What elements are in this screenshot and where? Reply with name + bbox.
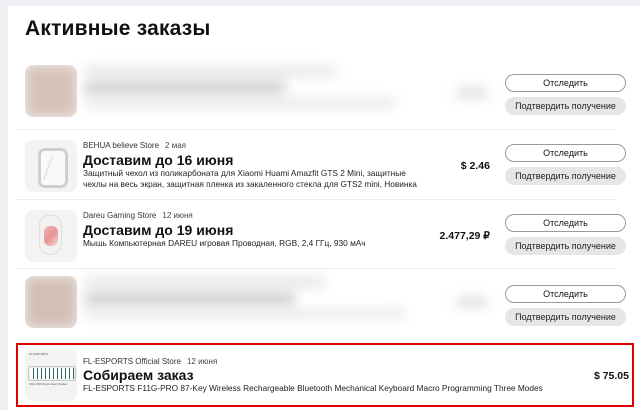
order-meta: FL-ESPORTS Official Store 12 июня xyxy=(83,357,217,366)
store-name[interactable]: Dareu Gaming Store xyxy=(83,211,156,220)
blurred-product-image[interactable] xyxy=(25,276,77,328)
keyboard-icon xyxy=(28,366,76,381)
blurred-order-info xyxy=(85,67,335,76)
order-card-2[interactable]: BEHUA believe Store 2 мая Доставим до 16 … xyxy=(17,129,640,199)
order-meta: BEHUA believe Store 2 мая xyxy=(83,141,186,150)
product-image[interactable]: FL·ESPORTS F11G-PRO Royal Green Shadow xyxy=(25,349,77,401)
store-name[interactable]: BEHUA believe Store xyxy=(83,141,159,150)
order-status: Доставим до 19 июня xyxy=(83,222,234,238)
product-description[interactable]: Защитный чехол из поликарбоната для Xiao… xyxy=(83,168,423,189)
confirm-receipt-button[interactable]: Подтвердить получение xyxy=(505,167,626,185)
order-price: $ 2.46 xyxy=(460,160,490,172)
order-meta: Dareu Gaming Store 12 июня xyxy=(83,211,193,220)
order-date: 12 июня xyxy=(186,357,218,366)
order-price: $ 75.05 xyxy=(593,370,629,382)
track-button[interactable]: Отследить xyxy=(505,144,626,162)
blurred-order-info xyxy=(85,278,325,287)
product-image[interactable] xyxy=(25,140,77,192)
store-name[interactable]: FL-ESPORTS Official Store xyxy=(83,357,181,366)
product-image[interactable] xyxy=(25,210,77,262)
confirm-receipt-button[interactable]: Подтвердить получение xyxy=(505,97,626,115)
track-button[interactable]: Отследить xyxy=(505,285,626,303)
order-card-1[interactable]: Отследить Подтвердить получение xyxy=(17,59,640,123)
product-description[interactable]: FL-ESPORTS F11G-PRO 87-Key Wireless Rech… xyxy=(83,383,543,394)
order-card-5[interactable]: FL·ESPORTS F11G-PRO Royal Green Shadow F… xyxy=(17,345,640,405)
order-card-4[interactable]: Отследить Подтвердить получение xyxy=(17,268,640,334)
blurred-price xyxy=(457,89,487,97)
mouse-icon xyxy=(39,215,62,255)
track-button[interactable]: Отследить xyxy=(505,214,626,232)
order-date: 2 мая xyxy=(165,141,186,150)
watch-case-icon xyxy=(38,148,68,188)
page-title: Активные заказы xyxy=(25,17,211,40)
order-status: Доставим до 16 июня xyxy=(83,152,234,168)
order-card-3[interactable]: Dareu Gaming Store 12 июня Доставим до 19… xyxy=(17,199,640,263)
track-button[interactable]: Отследить xyxy=(505,74,626,92)
brand-logo: FL·ESPORTS xyxy=(29,352,48,356)
product-description[interactable]: Мышь Компьютерная DAREU игровая Проводна… xyxy=(83,238,423,249)
order-price: 2.477,29 ₽ xyxy=(439,230,490,242)
product-caption: F11G-PRO Royal Green Shadow xyxy=(29,383,68,386)
blurred-price xyxy=(457,298,487,306)
order-date: 12 июня xyxy=(162,211,193,220)
order-status: Собираем заказ xyxy=(83,367,194,383)
confirm-receipt-button[interactable]: Подтвердить получение xyxy=(505,308,626,326)
confirm-receipt-button[interactable]: Подтвердить получение xyxy=(505,237,626,255)
blurred-product-image[interactable] xyxy=(25,65,77,117)
